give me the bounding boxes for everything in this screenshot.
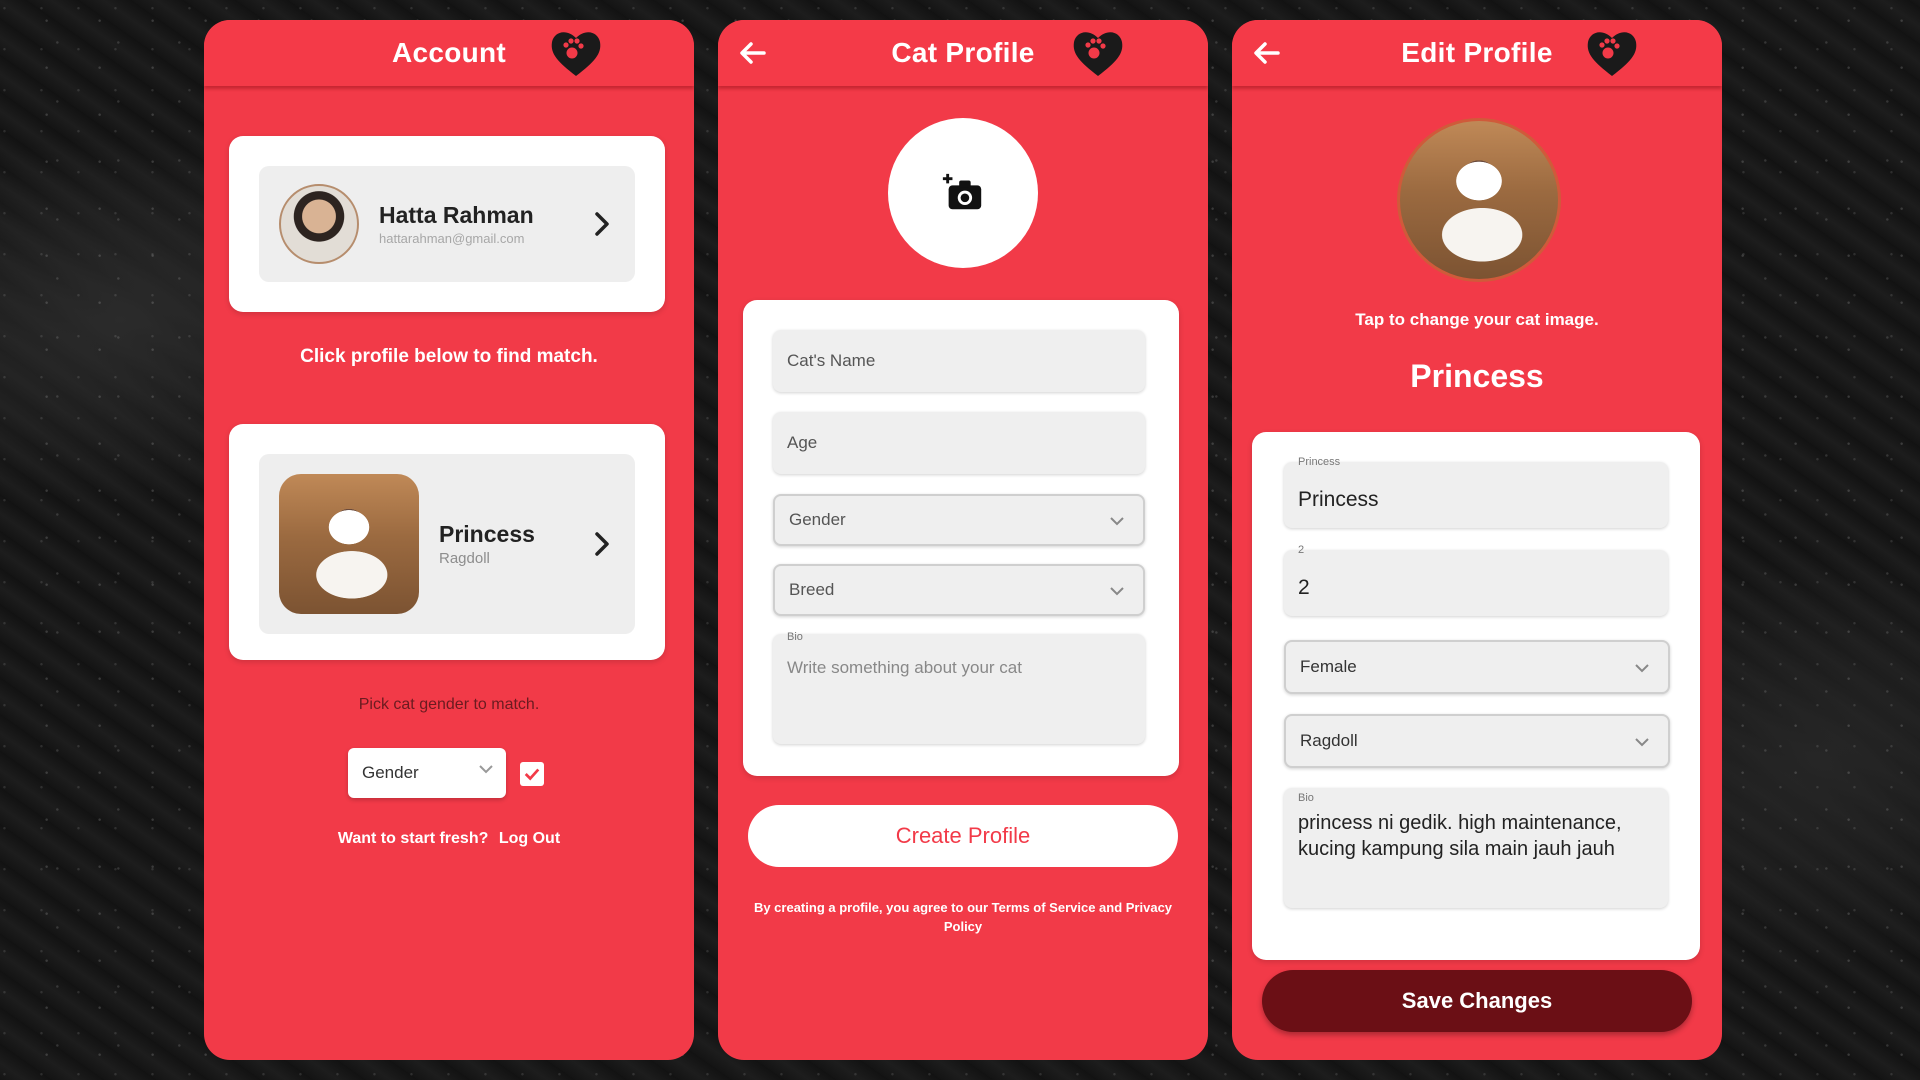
add-photo-button[interactable] — [888, 118, 1038, 268]
user-name: Hatta Rahman — [379, 202, 534, 228]
cat-profile-app-bar: Cat Profile — [718, 20, 1208, 86]
cat-name-heading: Princess — [1410, 358, 1544, 394]
account-title: Account — [391, 37, 507, 68]
breed-dropdown[interactable]: Ragdoll — [1284, 714, 1670, 768]
chevron-right-icon — [595, 212, 609, 236]
gender-caption: Pick cat gender to match. — [358, 696, 540, 713]
heart-paw-logo-icon — [551, 32, 601, 76]
cat-name-placeholder: Cat's Name — [787, 351, 876, 370]
cat-profile-card: Princess Ragdoll — [229, 424, 665, 660]
user-profile-card: Hatta Rahman hattarahman@gmail.com — [229, 136, 665, 312]
start-fresh-prompt: Want to start fresh? — [337, 830, 489, 847]
checkmark-icon — [524, 768, 540, 781]
edit-profile-screen: Edit Profile Tap to change your cat imag… — [1232, 20, 1722, 1060]
bio-label: Bio — [787, 631, 803, 643]
cat-photo-button[interactable] — [1397, 118, 1561, 282]
breed-dropdown[interactable]: Breed — [773, 564, 1145, 616]
back-arrow-icon[interactable] — [736, 36, 770, 70]
name-input[interactable]: Princess Princess — [1284, 456, 1668, 528]
cat-form-card: Cat's Name Age Gender Breed Bio Write so… — [743, 300, 1179, 776]
bio-label: Bio — [1298, 792, 1314, 804]
gender-dropdown[interactable]: Female — [1284, 640, 1670, 694]
user-avatar — [279, 184, 359, 264]
age-value: 2 — [1298, 576, 1310, 599]
back-arrow-icon[interactable] — [1250, 36, 1284, 70]
terms-notice: By creating a profile, you agree to our … — [753, 900, 1173, 934]
start-fresh-row: Want to start fresh? Log Out — [204, 830, 694, 848]
chevron-down-icon — [1110, 587, 1124, 596]
cat-breed: Ragdoll — [439, 550, 490, 567]
name-value: Princess — [1298, 488, 1379, 511]
gender-dropdown[interactable]: Gender — [773, 494, 1145, 546]
add-camera-icon — [942, 173, 982, 210]
edit-form-card: Princess Princess 2 2 Female Ragdoll Bio… — [1252, 432, 1700, 960]
gender-checkbox[interactable] — [520, 762, 544, 786]
cat-profile-screen: Cat Profile Cat's Name Age Gender Breed … — [718, 20, 1208, 1060]
find-match-caption: Click profile below to find match. — [300, 346, 598, 367]
breed-placeholder: Breed — [789, 580, 835, 599]
breed-value: Ragdoll — [1300, 731, 1358, 750]
account-app-bar: Account — [204, 20, 694, 86]
save-changes-button[interactable]: Save Changes — [1262, 970, 1692, 1032]
chevron-down-icon — [1635, 738, 1649, 747]
chevron-right-icon — [595, 532, 609, 556]
logout-link[interactable]: Log Out — [499, 830, 560, 847]
age-label: 2 — [1298, 544, 1305, 556]
gender-select[interactable]: Gender — [348, 748, 506, 798]
user-profile-tile[interactable]: Hatta Rahman hattarahman@gmail.com — [259, 166, 635, 282]
edit-profile-title: Edit Profile — [1401, 37, 1553, 68]
bio-value: princess ni gedik. high maintenance, kuc… — [1298, 812, 1622, 860]
age-input[interactable]: 2 2 — [1284, 544, 1668, 616]
gender-select-value: Gender — [362, 763, 419, 782]
cat-thumbnail — [279, 474, 419, 614]
cat-name: Princess — [439, 521, 535, 547]
create-profile-button[interactable]: Create Profile — [748, 805, 1178, 867]
age-input[interactable]: Age — [773, 412, 1145, 474]
cat-profile-tile[interactable]: Princess Ragdoll — [259, 454, 635, 634]
gender-value: Female — [1300, 657, 1357, 676]
user-email: hattarahman@gmail.com — [379, 231, 525, 246]
bio-placeholder: Write something about your cat — [787, 658, 1022, 677]
gender-placeholder: Gender — [789, 510, 846, 529]
cat-name-input[interactable]: Cat's Name — [773, 330, 1145, 392]
tap-change-caption: Tap to change your cat image. — [1355, 310, 1599, 329]
heart-paw-logo-icon — [1073, 32, 1123, 76]
age-placeholder: Age — [787, 433, 818, 452]
chevron-down-icon — [1635, 664, 1649, 673]
bio-textarea[interactable]: Bio princess ni gedik. high maintenance,… — [1284, 788, 1668, 908]
chevron-down-icon — [479, 765, 493, 774]
edit-profile-app-bar: Edit Profile — [1232, 20, 1722, 86]
heart-paw-logo-icon — [1587, 32, 1637, 76]
bio-textarea[interactable]: Bio Write something about your cat — [773, 631, 1145, 744]
account-screen: Account Hatta Rahman hattarahman@gmail.c… — [204, 20, 694, 1060]
name-label: Princess — [1298, 456, 1341, 468]
cat-profile-title: Cat Profile — [891, 37, 1035, 68]
chevron-down-icon — [1110, 517, 1124, 526]
